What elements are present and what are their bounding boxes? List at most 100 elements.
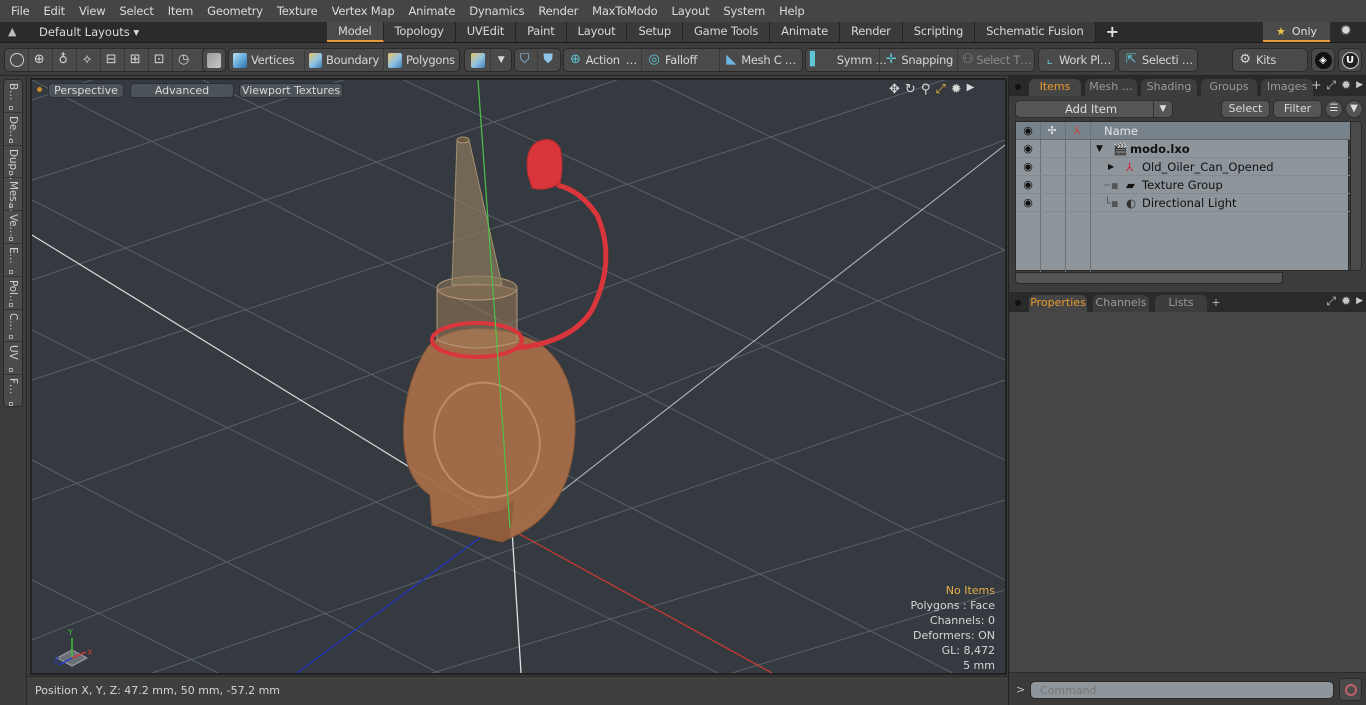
menu-maxtomodo[interactable]: MaxToModo [585,4,664,18]
select-button[interactable]: Select [1221,100,1270,118]
material-mode-button[interactable] [465,49,491,71]
menu-geometry[interactable]: Geometry [200,4,270,18]
left-tab-mesh-edit[interactable]: Mes… [4,178,22,212]
tab-model[interactable]: Model [327,22,384,42]
menu-edit[interactable]: Edit [36,4,71,18]
tab-items[interactable]: Items [1029,79,1081,96]
expand-icon[interactable]: ⤢ [1326,78,1336,93]
boundary-button[interactable]: Boundary [305,49,384,71]
item-row-scene[interactable]: ◉ ▼ 🎬 modo.lxo [1016,140,1350,158]
falloff-button[interactable]: ◎ Falloff [642,49,720,71]
circle-select-button[interactable] [5,49,29,71]
add-item-button[interactable]: Add Item [1015,100,1167,118]
left-tab-basic[interactable]: B… [4,80,22,113]
panel-more-icon[interactable]: ▶ [1356,294,1363,309]
selection-sets-button[interactable]: ⇱ Selecti … [1118,48,1198,72]
viewport-textures-button[interactable]: Viewport Textures [239,83,343,98]
expand-arrow-icon[interactable]: ▼ [1096,144,1103,154]
menu-view[interactable]: View [72,4,113,18]
vertices-button[interactable]: Vertices [229,49,305,71]
tab-properties[interactable]: Properties [1029,295,1087,312]
sphere-button[interactable]: ⊕ [29,49,53,71]
shield-a-button[interactable]: ⛉ [515,49,538,71]
render-header-icon[interactable]: ⅄ [1070,124,1084,137]
tab-topology[interactable]: Topology [383,22,456,42]
zoom-view-icon[interactable]: ⚲ [921,82,931,97]
visibility-eye-icon[interactable]: ◉ [1021,196,1035,209]
tab-paint[interactable]: Paint [516,22,567,42]
add-item-dropdown[interactable]: ▼ [1153,100,1173,118]
tab-mesh[interactable]: Mesh … [1085,79,1137,96]
viewport-menu-dot[interactable] [37,87,42,92]
pen-button[interactable]: ♁ [53,49,77,71]
left-tab-polygon[interactable]: Pol… [4,277,22,310]
tab-render[interactable]: Render [839,22,903,42]
panel-gear-icon[interactable]: ✹ [1341,294,1351,309]
left-tab-edge[interactable]: E… [4,244,22,277]
shading-button[interactable]: Advanced [130,83,234,98]
menu-render[interactable]: Render [531,4,585,18]
rotate-view-icon[interactable]: ↻ [905,82,916,97]
mesh-constraint-button[interactable]: ◣ Mesh C … [720,49,800,71]
record-macro-button[interactable] [1339,678,1362,701]
panel-more-icon[interactable]: ▶ [1356,78,1363,93]
item-list-vscrollbar[interactable] [1350,121,1362,271]
tab-setup[interactable]: Setup [627,22,683,42]
panel-gear-icon[interactable]: ✹ [1341,78,1351,93]
select-through-button[interactable]: ⚇ Select T… [958,49,1034,71]
items-mode-button[interactable] [202,48,226,72]
collapse-up-icon[interactable]: ▲ [8,25,16,38]
item-row-texture-group[interactable]: ◉ ┄▪ ▰ Texture Group [1016,176,1350,194]
menu-animate[interactable]: Animate [401,4,462,18]
filter-funnel-button[interactable]: ▼ [1345,100,1363,118]
polygons-button[interactable]: Polygons [384,49,459,71]
mode-dropdown[interactable]: ▼ [491,49,511,71]
shield-b-button[interactable]: ⛊ [538,49,561,71]
maximize-icon[interactable]: ⤢ [935,82,945,97]
menu-vertex-map[interactable]: Vertex Map [325,4,402,18]
expand-arrow-icon[interactable]: ▶ [1108,162,1114,171]
tab-images[interactable]: Images [1261,79,1313,96]
menu-select[interactable]: Select [112,4,160,18]
unreal-button[interactable]: U [1338,48,1362,72]
filter-button[interactable]: Filter [1273,100,1322,118]
tab-lists[interactable]: Lists [1155,295,1207,312]
viewport-more-icon[interactable]: ▶ [967,82,975,97]
tab-animate[interactable]: Animate [770,22,840,42]
kits-button[interactable]: ⚙ Kits [1232,48,1308,72]
panel-menu-dot[interactable] [1015,84,1021,90]
panel-menu-dot[interactable] [1015,300,1021,306]
tab-shading[interactable]: Shading [1141,79,1197,96]
work-plane-button[interactable]: ⌞ Work Pl… [1038,48,1116,72]
snapping-button[interactable]: ✛ Snapping [880,49,958,71]
perspective-button[interactable]: Perspective [48,83,124,98]
left-tab-uv[interactable]: UV [4,342,22,376]
move-view-icon[interactable]: ✥ [889,82,900,97]
add-tab-icon[interactable]: + [1209,295,1223,312]
tab-schematic-fusion[interactable]: Schematic Fusion [975,22,1096,42]
name-column-header[interactable]: Name [1104,124,1138,138]
item-list-hscrollbar[interactable] [1015,272,1283,284]
3d-viewport[interactable]: Y X Z Perspective Advanced Viewport Text… [30,78,1007,675]
menu-texture[interactable]: Texture [270,4,325,18]
left-tab-deform[interactable]: De… [4,113,22,146]
left-tab-vertex[interactable]: Ve… [4,211,22,244]
align-button[interactable]: ⊟ [101,49,125,71]
visibility-eye-icon[interactable]: ◉ [1021,178,1035,191]
command-input[interactable] [1030,681,1334,699]
add-tab-icon[interactable]: + [1311,78,1321,93]
lock-header-icon[interactable]: ✢ [1045,124,1059,137]
menu-layout[interactable]: Layout [665,4,717,18]
visibility-eye-icon[interactable]: ◉ [1021,142,1035,155]
item-row-light[interactable]: ◉ └▪ ◐ Directional Light [1016,194,1350,212]
action-center-button[interactable]: ⊕ Action… [564,49,642,71]
visibility-header-icon[interactable]: ◉ [1021,124,1035,137]
menu-help[interactable]: Help [772,4,811,18]
tab-groups[interactable]: Groups [1201,79,1257,96]
tab-layout[interactable]: Layout [566,22,628,42]
clock-button[interactable]: ◷ [173,49,197,71]
target-button[interactable]: ⊡ [149,49,173,71]
cross-button[interactable]: ⊞ [125,49,149,71]
tab-scripting[interactable]: Scripting [902,22,976,42]
unity-button[interactable]: ◈ [1311,48,1335,72]
